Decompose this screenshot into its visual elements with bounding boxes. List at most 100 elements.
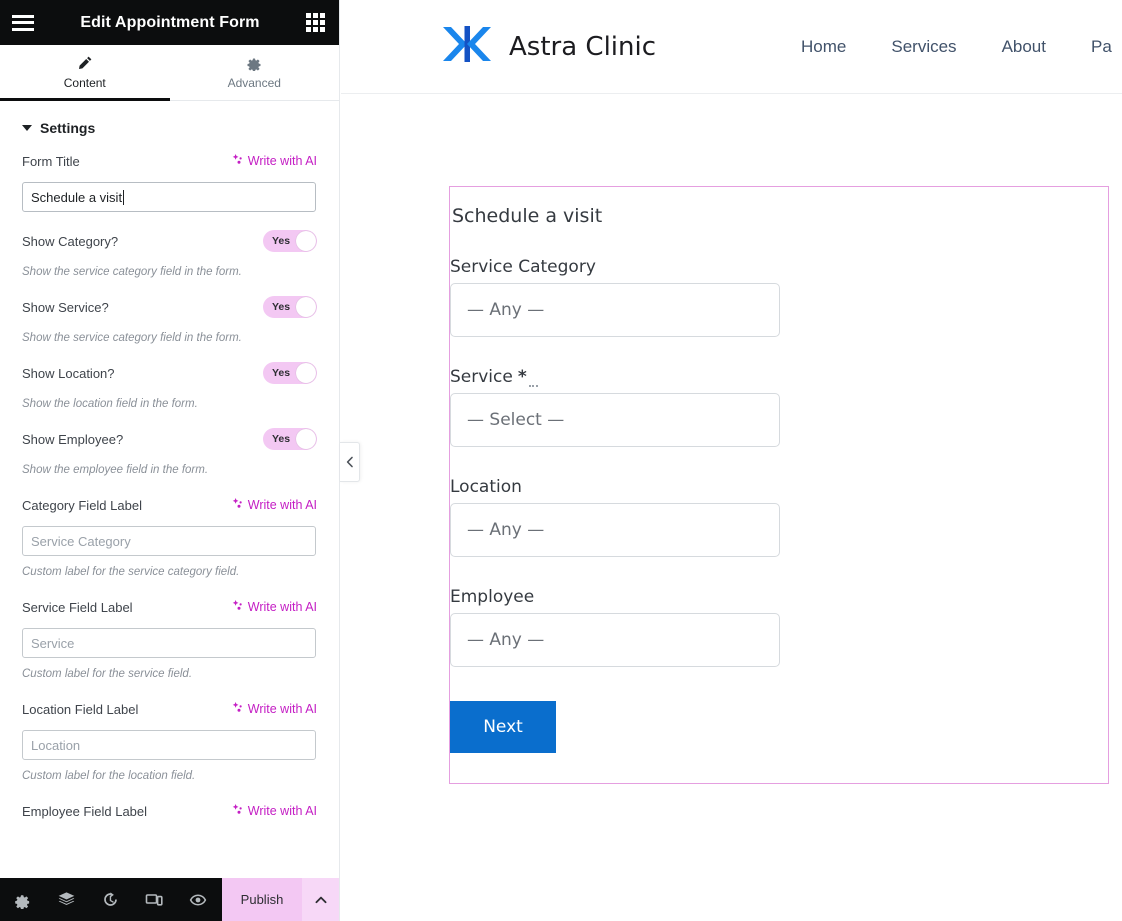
brand[interactable]: Astra Clinic bbox=[439, 21, 656, 72]
site-nav: Home Services About Pa bbox=[801, 37, 1112, 57]
control-label: Show Service? bbox=[22, 300, 109, 315]
select-value: — Any — bbox=[467, 520, 544, 540]
panel-header: Edit Appointment Form bbox=[0, 0, 339, 45]
toggle-value: Yes bbox=[272, 301, 290, 313]
control-show-category: Show Category? Yes bbox=[0, 226, 339, 256]
field-label-text: Service bbox=[450, 367, 513, 387]
footer-icon-group bbox=[0, 878, 222, 921]
write-with-ai-link[interactable]: Write with AI bbox=[231, 701, 317, 717]
preview-field-employee: Employee — Any — bbox=[450, 587, 1108, 667]
nav-item-home[interactable]: Home bbox=[801, 37, 846, 57]
required-asterisk: * bbox=[518, 367, 527, 387]
write-with-ai-link[interactable]: Write with AI bbox=[231, 497, 317, 513]
history-icon[interactable] bbox=[88, 878, 132, 921]
field-label-text: Location bbox=[450, 477, 522, 497]
apps-grid-icon[interactable] bbox=[306, 13, 325, 32]
preview-field-location: Location — Any — bbox=[450, 477, 1108, 557]
nav-item-services[interactable]: Services bbox=[891, 37, 956, 57]
site-header: Astra Clinic Home Services About Pa bbox=[341, 0, 1122, 94]
control-label: Location Field Label bbox=[22, 702, 138, 717]
control-hint: Custom label for the service field. bbox=[0, 660, 339, 680]
field-label-text: Employee bbox=[450, 587, 534, 607]
tab-content-label: Content bbox=[64, 76, 106, 90]
settings-section-label: Settings bbox=[40, 120, 95, 136]
write-with-ai-link[interactable]: Write with AI bbox=[231, 599, 317, 615]
service-field-label-input[interactable] bbox=[22, 628, 316, 658]
control-hint: Custom label for the service category fi… bbox=[0, 558, 339, 578]
form-title-value: Schedule a visit bbox=[31, 190, 122, 205]
editor-panel: Edit Appointment Form Content bbox=[0, 0, 340, 921]
tab-advanced[interactable]: Advanced bbox=[170, 45, 340, 100]
sparkle-icon bbox=[231, 153, 244, 169]
panel-collapse-handle[interactable] bbox=[340, 442, 360, 482]
settings-section-toggle[interactable]: Settings bbox=[0, 102, 339, 146]
field-label: Service Category bbox=[450, 257, 1108, 277]
control-label: Employee Field Label bbox=[22, 804, 147, 819]
control-show-employee: Show Employee? Yes bbox=[0, 424, 339, 454]
control-category-field-label: Category Field Label Write with AI bbox=[0, 490, 339, 556]
field-label: Location bbox=[450, 477, 1108, 497]
category-field-label-input[interactable] bbox=[22, 526, 316, 556]
chevron-up-icon[interactable] bbox=[302, 878, 340, 921]
publish-button[interactable]: Publish bbox=[222, 878, 302, 921]
preview-field-service: Service * — Select — bbox=[450, 367, 1108, 447]
select-value: — Any — bbox=[467, 630, 544, 650]
control-label: Show Employee? bbox=[22, 432, 123, 447]
show-location-toggle[interactable]: Yes bbox=[263, 362, 317, 384]
page-title: Edit Appointment Form bbox=[34, 14, 306, 32]
control-service-field-label: Service Field Label Write with AI bbox=[0, 592, 339, 658]
gear-icon bbox=[246, 55, 262, 71]
astra-logo-icon bbox=[439, 21, 495, 72]
responsive-mode-icon[interactable] bbox=[132, 878, 176, 921]
select-value: — Any — bbox=[467, 300, 544, 320]
control-employee-field-label: Employee Field Label Write with AI bbox=[0, 796, 339, 826]
show-service-toggle[interactable]: Yes bbox=[263, 296, 317, 318]
site-preview: Astra Clinic Home Services About Pa Sche… bbox=[341, 0, 1122, 921]
required-underline-marker bbox=[529, 377, 538, 387]
show-employee-toggle[interactable]: Yes bbox=[263, 428, 317, 450]
select-value: — Select — bbox=[467, 410, 564, 430]
write-with-ai-link[interactable]: Write with AI bbox=[231, 153, 317, 169]
toggle-value: Yes bbox=[272, 433, 290, 445]
write-with-ai-link[interactable]: Write with AI bbox=[231, 803, 317, 819]
control-label: Service Field Label bbox=[22, 600, 133, 615]
show-category-toggle[interactable]: Yes bbox=[263, 230, 317, 252]
service-category-select[interactable]: — Any — bbox=[450, 283, 780, 337]
gear-icon[interactable] bbox=[0, 878, 44, 921]
toggle-value: Yes bbox=[272, 235, 290, 247]
tab-content[interactable]: Content bbox=[0, 45, 170, 100]
panel-footer: Publish bbox=[0, 878, 340, 921]
toggle-value: Yes bbox=[272, 367, 290, 379]
toggle-knob bbox=[296, 363, 316, 383]
appointment-form-widget[interactable]: Schedule a visit Service Category — Any … bbox=[449, 186, 1109, 784]
control-label: Category Field Label bbox=[22, 498, 142, 513]
field-label: Employee bbox=[450, 587, 1108, 607]
location-select[interactable]: — Any — bbox=[450, 503, 780, 557]
nav-item-about[interactable]: About bbox=[1002, 37, 1046, 57]
write-with-ai-label: Write with AI bbox=[248, 600, 317, 614]
publish-group: Publish bbox=[222, 878, 340, 921]
pencil-icon bbox=[77, 55, 93, 71]
next-button[interactable]: Next bbox=[450, 701, 556, 753]
write-with-ai-label: Write with AI bbox=[248, 154, 317, 168]
control-label: Form Title bbox=[22, 154, 80, 169]
control-hint: Show the service category field in the f… bbox=[0, 258, 339, 278]
control-label: Show Category? bbox=[22, 234, 118, 249]
employee-select[interactable]: — Any — bbox=[450, 613, 780, 667]
write-with-ai-label: Write with AI bbox=[248, 804, 317, 818]
nav-item-packages[interactable]: Pa bbox=[1091, 37, 1112, 57]
control-hint: Show the location field in the form. bbox=[0, 390, 339, 410]
app-root: Edit Appointment Form Content bbox=[0, 0, 1122, 921]
service-select[interactable]: — Select — bbox=[450, 393, 780, 447]
control-form-title: Form Title Write with AI Schedu bbox=[0, 146, 339, 212]
sparkle-icon bbox=[231, 701, 244, 717]
layers-icon[interactable] bbox=[44, 878, 88, 921]
sparkle-icon bbox=[231, 599, 244, 615]
chevron-left-icon bbox=[345, 456, 355, 468]
form-title-input[interactable]: Schedule a visit bbox=[22, 182, 316, 212]
location-field-label-input[interactable] bbox=[22, 730, 316, 760]
hamburger-icon[interactable] bbox=[12, 15, 34, 31]
write-with-ai-label: Write with AI bbox=[248, 498, 317, 512]
preview-eye-icon[interactable] bbox=[176, 878, 220, 921]
toggle-knob bbox=[296, 231, 316, 251]
